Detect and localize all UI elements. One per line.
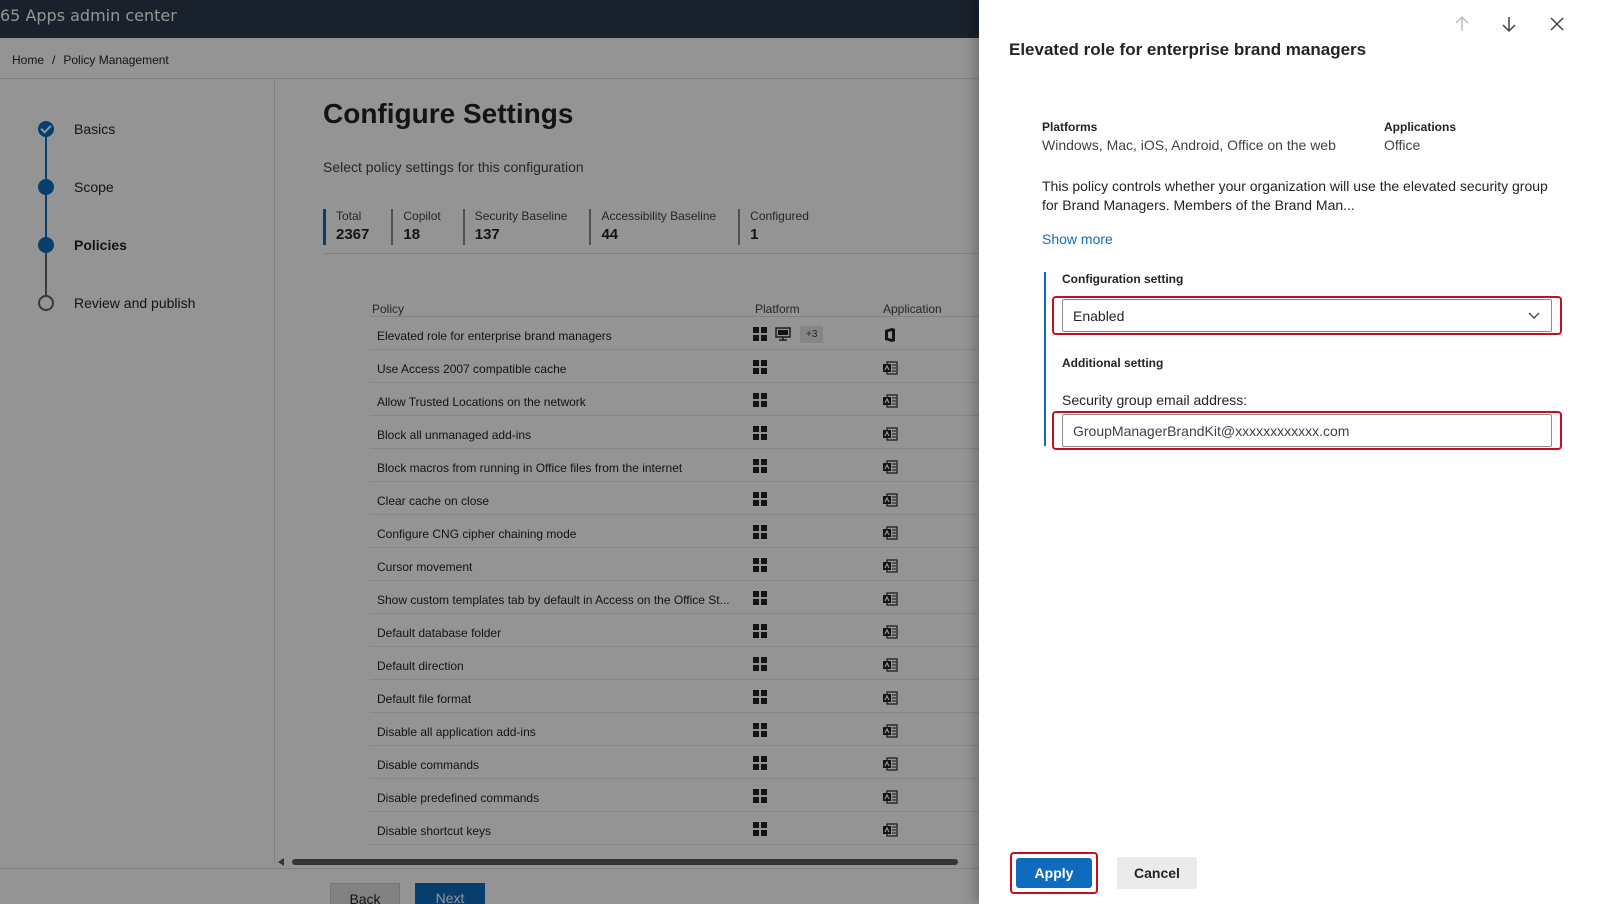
arrow-down-icon[interactable]	[1499, 14, 1519, 34]
apply-button[interactable]: Apply	[1016, 858, 1092, 888]
show-more-link[interactable]: Show more	[1042, 231, 1113, 247]
dropdown-value: Enabled	[1073, 308, 1125, 324]
applications-value: Office	[1384, 137, 1421, 153]
platforms-label: Platforms	[1042, 120, 1098, 134]
panel-title: Elevated role for enterprise brand manag…	[1009, 40, 1367, 59]
chevron-down-icon	[1528, 312, 1540, 319]
configuration-dropdown[interactable]: Enabled	[1062, 299, 1552, 332]
arrow-up-icon[interactable]	[1452, 14, 1472, 34]
policy-description: This policy controls whether your organi…	[1042, 177, 1562, 215]
additional-setting-label: Additional setting	[1062, 356, 1164, 370]
platforms-value: Windows, Mac, iOS, Android, Office on th…	[1042, 137, 1336, 153]
security-group-email-field[interactable]	[1062, 414, 1552, 447]
applications-label: Applications	[1384, 120, 1457, 134]
description-line: This policy controls whether your organi…	[1042, 178, 1548, 194]
configuration-setting-label: Configuration setting	[1062, 272, 1184, 286]
policy-details-panel: Elevated role for enterprise brand manag…	[979, 0, 1615, 904]
email-field-label: Security group email address:	[1062, 392, 1248, 408]
close-icon[interactable]	[1547, 14, 1567, 34]
cancel-button[interactable]: Cancel	[1117, 857, 1197, 889]
modal-overlay[interactable]	[0, 0, 979, 904]
config-accent-bar	[1044, 272, 1046, 446]
description-line: for Brand Managers. Members of the Brand…	[1042, 197, 1355, 213]
